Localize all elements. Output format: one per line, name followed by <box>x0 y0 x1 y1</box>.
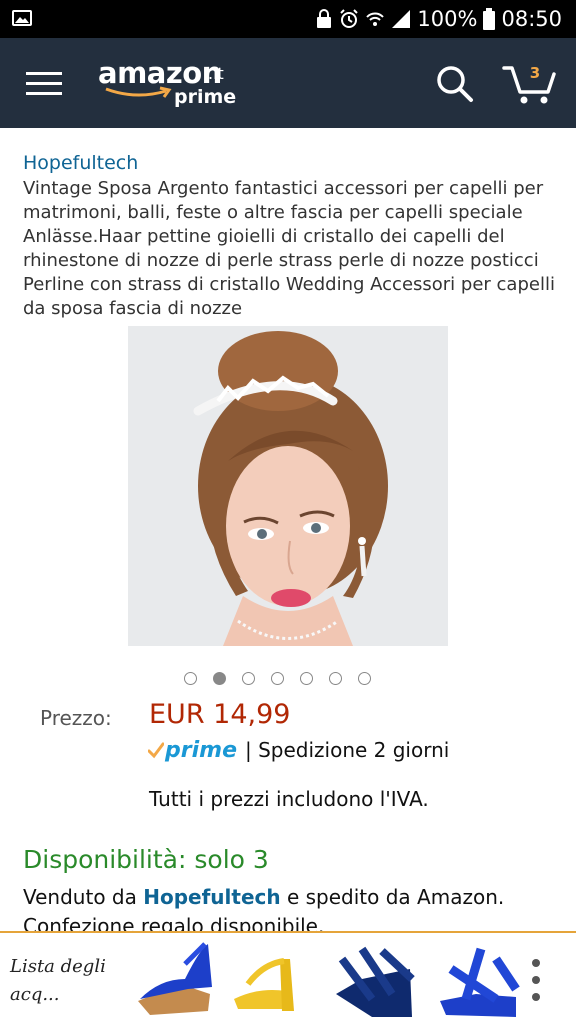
availability-status: Disponibilità: solo 3 <box>23 845 269 874</box>
bride-with-tiara-image <box>128 326 448 646</box>
carousel-dot[interactable] <box>329 672 342 685</box>
seller-link[interactable]: Hopefultech <box>143 885 280 909</box>
product-title: Vintage Sposa Argento fantastici accesso… <box>23 178 555 319</box>
more-options-icon[interactable] <box>528 955 544 1005</box>
vat-note: Tutti i prezzi includono l'IVA. <box>149 787 429 811</box>
alarm-lock-icon <box>317 9 332 28</box>
blue-strappy-wedge-thumbnail[interactable] <box>436 939 520 1023</box>
carousel-dot[interactable] <box>300 672 313 685</box>
prime-badge: prime <box>165 737 237 763</box>
sold-by-prefix: Venduto da <box>23 885 137 909</box>
sold-by-line: Venduto da Hopefultech e spedito da Amaz… <box>23 885 504 909</box>
logo-prime: prime <box>174 86 237 108</box>
navy-wedge-sandal-thumbnail[interactable] <box>332 939 416 1023</box>
brand-link[interactable]: Hopefultech <box>23 152 138 174</box>
signal-icon <box>392 10 411 28</box>
product-image[interactable] <box>128 326 448 646</box>
app-header: amazon .it prime <box>0 38 576 128</box>
blue-wedge-sandal-thumbnail[interactable] <box>130 939 214 1023</box>
wishlist-label[interactable]: Lista degli acq... <box>10 953 120 1009</box>
carousel-dot[interactable] <box>184 672 197 685</box>
battery-icon <box>483 8 496 30</box>
prime-check-icon <box>148 742 164 759</box>
logo-tld: .it <box>208 64 224 83</box>
cart-count-badge[interactable]: 3 <box>527 64 543 82</box>
search-icon[interactable] <box>436 65 474 103</box>
carousel-dot[interactable] <box>242 672 255 685</box>
logo-wordmark: amazon <box>98 56 222 90</box>
carousel-dot-active[interactable] <box>213 672 226 685</box>
price-label: Prezzo: <box>40 706 112 730</box>
battery-percent: 100% <box>417 7 478 31</box>
gallery-notification-icon <box>12 10 32 26</box>
status-bar: 100% 08:50 <box>0 0 576 38</box>
hamburger-menu-icon[interactable] <box>26 71 62 97</box>
wishlist-bar: Lista degli acq... <box>0 931 576 1026</box>
alarm-icon <box>340 9 359 28</box>
image-carousel-indicator[interactable] <box>184 672 371 685</box>
sold-by-suffix: e spedito da Amazon. <box>286 885 505 909</box>
prime-shipping-row: prime | Spedizione 2 giorni <box>148 735 449 765</box>
carousel-dot[interactable] <box>358 672 371 685</box>
shipping-text: | Spedizione 2 giorni <box>244 738 450 762</box>
price-value: EUR 14,99 <box>149 699 291 730</box>
yellow-heel-sandal-thumbnail[interactable] <box>228 939 312 1023</box>
smile-arrow-icon <box>105 86 172 98</box>
clock: 08:50 <box>501 7 562 31</box>
wifi-icon <box>366 12 385 26</box>
carousel-dot[interactable] <box>271 672 284 685</box>
amazon-prime-logo[interactable]: amazon .it prime <box>98 56 238 116</box>
